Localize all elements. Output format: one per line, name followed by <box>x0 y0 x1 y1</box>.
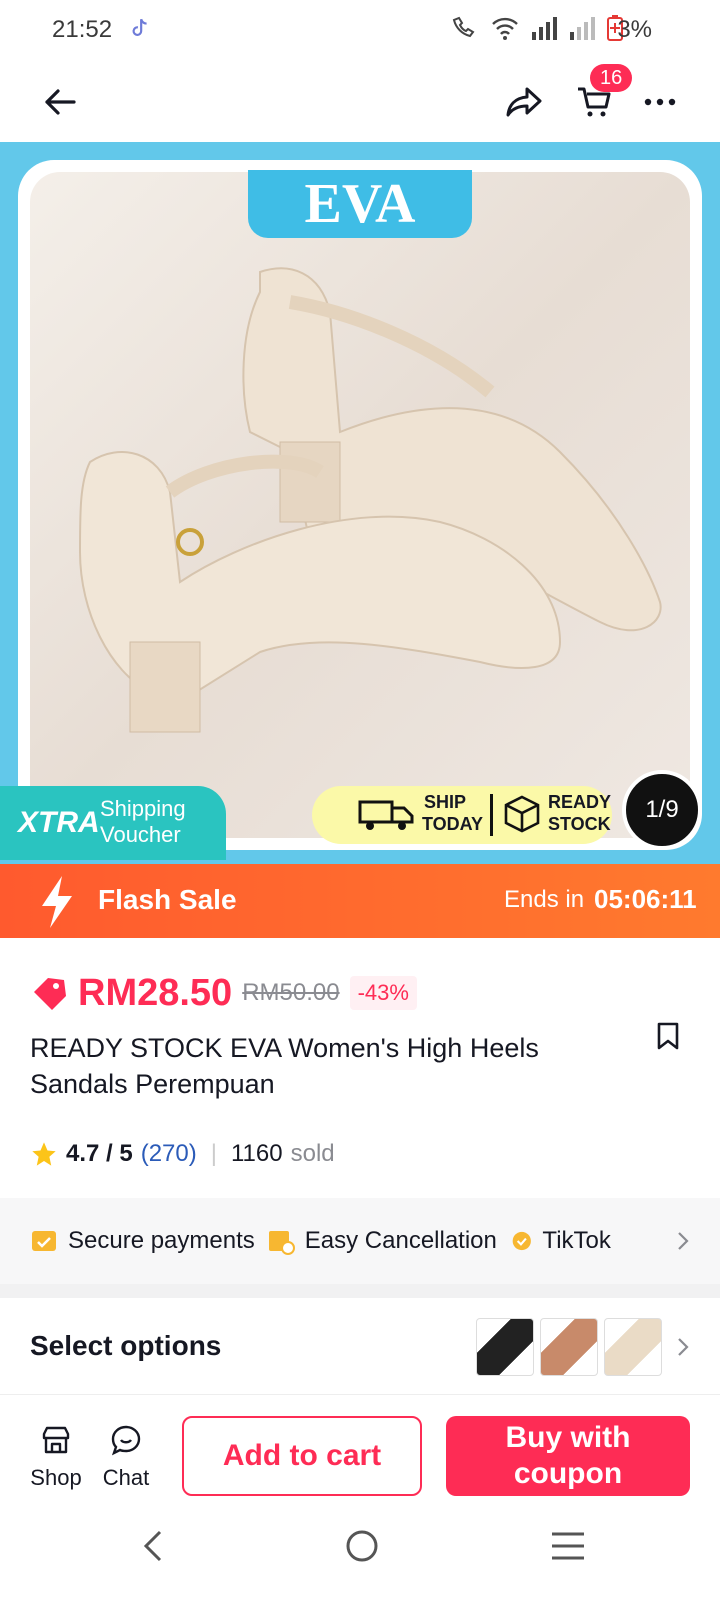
product-title: READY STOCK EVA Women's High Heels Sanda… <box>30 1033 539 1099</box>
current-price: RM28.50 <box>78 971 233 1014</box>
nav-home-icon[interactable] <box>344 1528 380 1564</box>
option-thumb-black[interactable] <box>476 1318 534 1376</box>
feature-label: TikTok <box>542 1227 611 1254</box>
add-to-cart-button[interactable]: Add to cart <box>182 1416 422 1496</box>
feature-strip[interactable]: Secure payments Easy Cancellation TikTok <box>0 1198 720 1284</box>
xtra-label: XTRA <box>18 806 100 839</box>
verified-icon <box>512 1231 531 1251</box>
ready-line-1: READY <box>548 792 612 812</box>
status-icons <box>450 14 624 42</box>
product-photo <box>30 172 690 838</box>
strip-divider <box>490 794 493 836</box>
nav-recents-icon[interactable] <box>550 1530 586 1562</box>
image-counter: 1/9 <box>622 770 702 850</box>
rating-score: 4.7 / 5 <box>66 1140 133 1167</box>
sold-label: sold <box>290 1140 335 1167</box>
xtra-text-2: Voucher <box>100 822 181 847</box>
ship-line-1: SHIP <box>424 792 467 812</box>
countdown-timer: 05:06:11 <box>594 884 697 914</box>
status-bar: 21:52 3% <box>0 0 720 62</box>
share-icon <box>506 87 542 117</box>
cart-count-badge: 16 <box>590 64 633 92</box>
chevron-right-icon <box>678 1232 689 1250</box>
chat-label: Chat <box>102 1465 150 1490</box>
truck-icon <box>358 800 414 830</box>
buy-label-line-2: coupon <box>513 1457 623 1490</box>
feature-label: Secure payments <box>68 1227 255 1254</box>
back-arrow-icon <box>45 89 76 115</box>
star-icon <box>32 1142 56 1166</box>
product-image-carousel[interactable]: EVA <box>0 142 720 865</box>
discount-badge: -43% <box>349 976 417 1010</box>
feature-tiktok: TikTok <box>511 1227 611 1255</box>
flash-sale-bar: Flash Sale Ends in 05:06:11 <box>0 864 720 938</box>
shop-button[interactable]: Shop <box>28 1424 84 1491</box>
call-wifi-icon <box>452 16 475 38</box>
tiktok-notification-icon <box>132 18 147 36</box>
price-row: RM28.50 RM50.00 -43% <box>30 968 417 1018</box>
xtra-text-1: Shipping <box>100 796 186 821</box>
shoes-illustration <box>78 267 662 733</box>
ends-in-label: Ends in <box>504 886 585 913</box>
option-thumb-brown[interactable] <box>540 1318 598 1376</box>
review-count[interactable]: (270) <box>141 1140 197 1168</box>
shop-icon <box>42 1426 70 1454</box>
buy-label-line-1: Buy with <box>505 1421 631 1454</box>
chat-icon <box>111 1425 141 1456</box>
shop-label: Shop <box>30 1465 82 1490</box>
select-options-row[interactable]: Select options <box>0 1298 720 1394</box>
status-time: 21:52 <box>52 16 113 43</box>
box-icon <box>504 795 540 833</box>
ship-line-2: TODAY <box>422 814 484 834</box>
price-tag-icon <box>34 978 66 1010</box>
feature-secure-payments: Secure payments <box>30 1227 255 1255</box>
chat-button[interactable]: Chat <box>98 1424 154 1491</box>
xtra-shipping-voucher-badge: XTRA Shipping Voucher <box>0 786 226 860</box>
rating-separator: | <box>210 1140 217 1167</box>
nav-back-icon[interactable] <box>140 1528 168 1564</box>
box-return-icon <box>268 1231 295 1255</box>
rating-row[interactable]: 4.7 / 5 (270) | 1160 sold <box>30 1140 335 1168</box>
lightning-icon <box>42 876 72 928</box>
option-thumb-beige[interactable] <box>604 1318 662 1376</box>
signal-2-icon <box>570 17 595 40</box>
section-divider <box>0 1284 720 1298</box>
system-navigation-bar <box>0 1508 720 1600</box>
ship-ready-strip: SHIP TODAY READY STOCK <box>312 786 612 844</box>
ready-line-2: STOCK <box>548 814 611 834</box>
sold-count: 1160 <box>230 1140 283 1167</box>
feature-label: Easy Cancellation <box>304 1227 497 1254</box>
back-button[interactable] <box>36 80 84 124</box>
top-app-bar: 16 <box>0 62 720 142</box>
bookmark-button[interactable] <box>648 1016 688 1056</box>
feature-easy-cancellation: Easy Cancellation <box>267 1227 497 1255</box>
flash-sale-label: Flash Sale <box>98 884 237 915</box>
battery-percent: 3% <box>617 16 652 43</box>
buy-with-coupon-button[interactable]: Buy with coupon <box>446 1416 690 1496</box>
more-icon <box>644 98 676 106</box>
card-icon <box>32 1231 56 1251</box>
select-options-label: Select options <box>30 1330 222 1361</box>
bookmark-icon <box>657 1022 679 1050</box>
brand-banner: EVA <box>248 170 472 238</box>
chevron-right-icon <box>678 1338 689 1356</box>
wifi-icon <box>492 17 518 40</box>
more-button[interactable] <box>636 80 684 124</box>
share-button[interactable] <box>500 80 548 124</box>
signal-icon <box>532 17 557 40</box>
original-price: RM50.00 <box>242 979 340 1006</box>
